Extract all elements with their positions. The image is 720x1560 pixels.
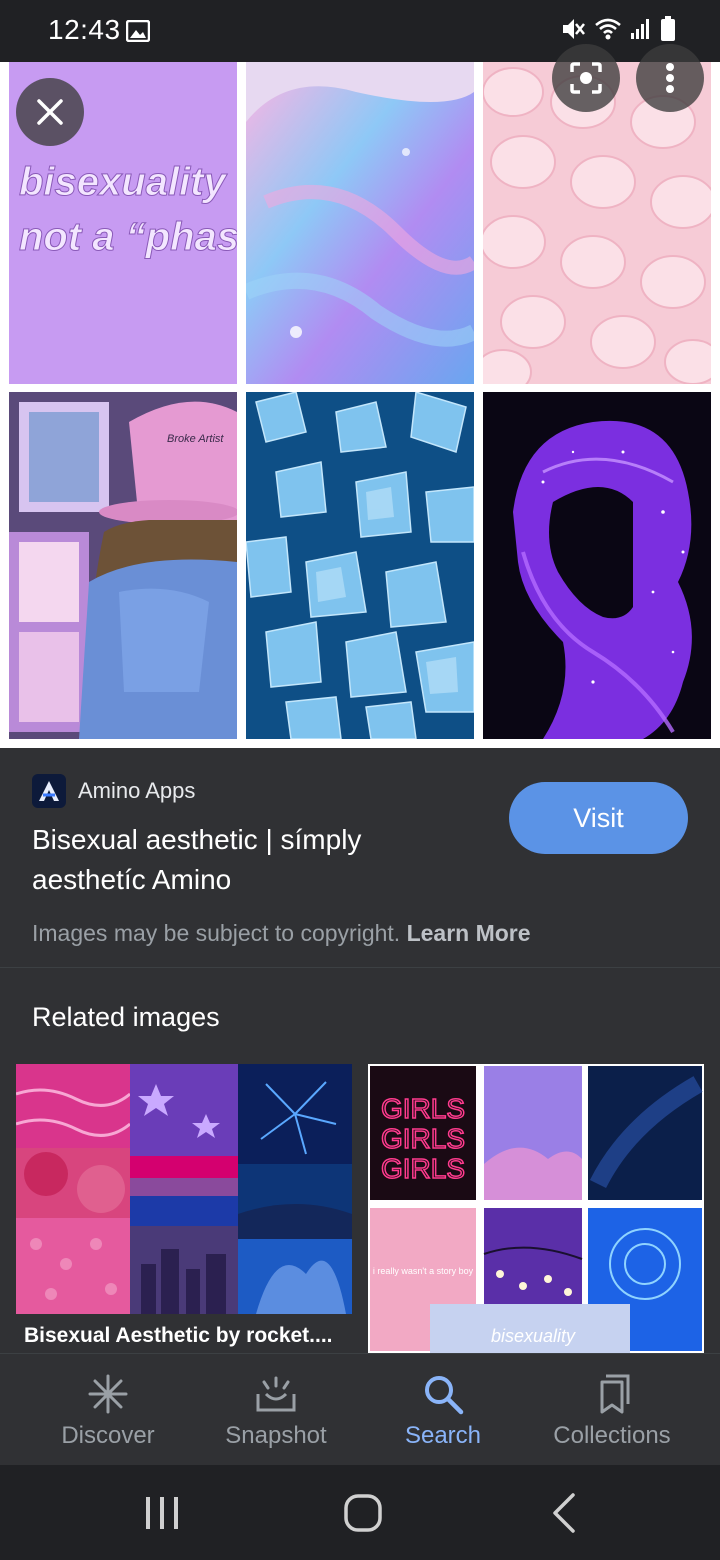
nav-collections[interactable]: Collections [522, 1354, 702, 1466]
source-row[interactable]: Amino Apps [32, 774, 195, 808]
related-images-section: Related images Bisexual Aesthetic by roc… [0, 968, 720, 1353]
more-options-button[interactable] [636, 44, 704, 112]
more-vertical-icon [666, 63, 674, 93]
close-icon [37, 99, 63, 125]
mute-icon [563, 19, 585, 39]
system-navigation-bar [0, 1465, 720, 1560]
source-name: Amino Apps [78, 778, 196, 803]
nav-search[interactable]: Search [353, 1354, 533, 1466]
visit-button[interactable]: Visit [509, 782, 688, 854]
learn-more-link[interactable]: Learn More [407, 920, 531, 946]
grid-image-holographic-heart[interactable] [246, 62, 474, 384]
signal-icon [631, 19, 649, 39]
grid-image-blue-crystals[interactable] [246, 392, 474, 739]
wifi-icon [595, 18, 621, 40]
result-title[interactable]: Bisexual aesthetic | símply aesthetíc Am… [32, 820, 462, 900]
copyright-text: Images may be subject to copyright. [32, 920, 407, 946]
bookmark-icon [600, 1374, 630, 1414]
neon-text-2: GIRLS [381, 1123, 465, 1154]
asterisk-icon [88, 1374, 128, 1414]
nav-discover-label: Discover [61, 1422, 155, 1449]
nav-search-label: Search [404, 1422, 482, 1449]
search-icon [425, 1376, 464, 1415]
status-time: 12:43 [48, 14, 121, 45]
lens-icon [570, 62, 602, 94]
recent-apps-button[interactable] [132, 1489, 192, 1537]
nav-collections-label: Collections [553, 1422, 671, 1449]
nav-snapshot[interactable]: Snapshot [186, 1354, 366, 1466]
cap-text: Broke Artist [167, 433, 224, 445]
small-pink-text: i really wasn't a story boy [373, 1266, 474, 1276]
related-heading: Related images [32, 1002, 220, 1032]
grid-image-galaxy-silhouette[interactable] [483, 392, 711, 739]
neon-text-1: GIRLS [381, 1093, 465, 1124]
snapshot-icon [256, 1376, 296, 1412]
tile-text-line2: not a “phase” [19, 215, 237, 259]
related-card-bisexual-collage[interactable] [16, 1064, 352, 1314]
grid-image-girl-pink-cap[interactable]: Broke Artist [9, 392, 237, 739]
amino-logo-icon [32, 774, 66, 808]
neon-text-3: GIRLS [381, 1153, 465, 1184]
bisexuality-caption-text: bisexuality [491, 1326, 576, 1346]
copyright-notice: Images may be subject to copyright. Lear… [32, 920, 531, 947]
close-button[interactable] [16, 78, 84, 146]
related-card-caption[interactable]: Bisexual Aesthetic by rocket.... [24, 1324, 344, 1348]
back-button[interactable] [535, 1489, 595, 1537]
status-bar: 12:43 [0, 0, 720, 62]
nav-discover[interactable]: Discover [18, 1354, 198, 1466]
nav-snapshot-label: Snapshot [225, 1422, 327, 1449]
bottom-navigation: Discover Snapshot Search Collections [0, 1353, 720, 1465]
related-card-girls-collage[interactable]: GIRLS GIRLS GIRLS i really wasn't a stor… [368, 1064, 704, 1353]
battery-icon [661, 16, 675, 41]
result-info-panel: Amino Apps Bisexual aesthetic | símply a… [0, 748, 720, 968]
gallery-notification-icon [126, 20, 150, 42]
status-icons [560, 16, 676, 42]
home-button[interactable] [333, 1489, 393, 1537]
image-grid: bisexuality not a “phase” [0, 44, 720, 748]
lens-search-button[interactable] [552, 44, 620, 112]
tile-text-line1: bisexuality [19, 160, 228, 204]
